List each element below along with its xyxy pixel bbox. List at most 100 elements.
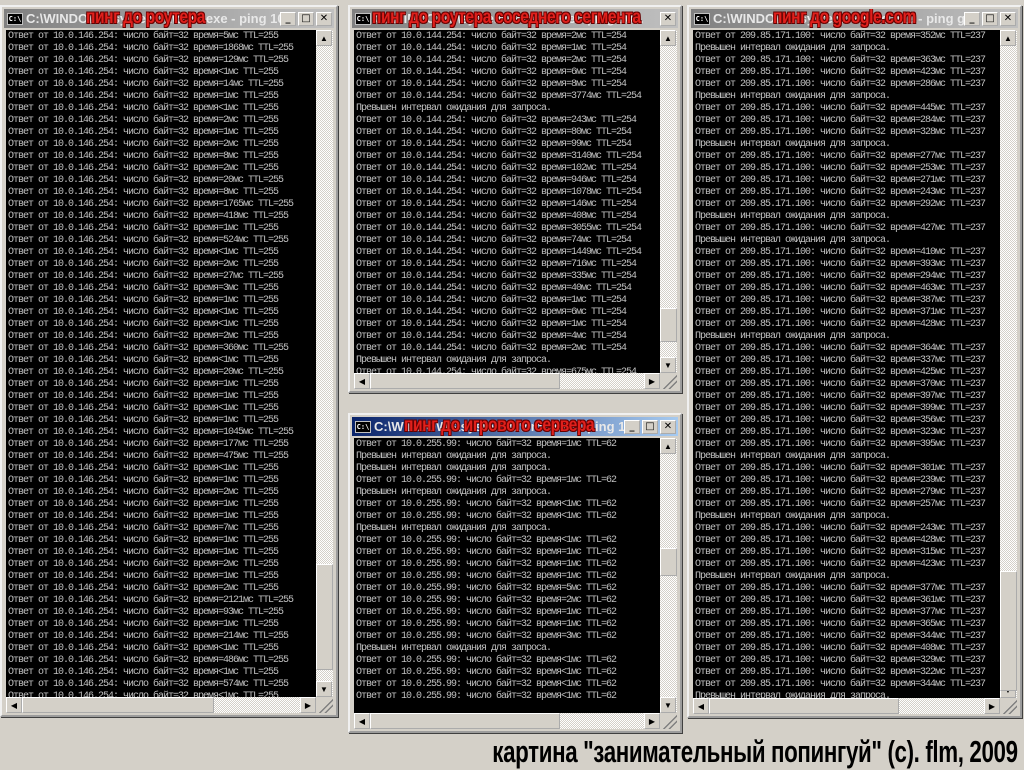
title-bar[interactable]: C:\C:\WINDOWS\system32\cmd.exe - ping 10… — [352, 417, 678, 436]
reply-line: Ответ от 10.0.146.254: число байт=32 вре… — [8, 319, 279, 330]
scroll-left-button[interactable]: ◀ — [354, 713, 370, 729]
reply-line: Ответ от 209.85.171.100: число байт=32 в… — [695, 247, 986, 258]
scroll-up-button[interactable]: ▲ — [660, 30, 676, 46]
reply-line: Ответ от 10.0.255.99: число байт=32 врем… — [356, 439, 617, 450]
cmd-window-neighbor-router[interactable]: C:\ C:\WINDOWS\system32\cmd.exe - ping 10… — [348, 5, 682, 393]
maximize-button[interactable]: □ — [298, 11, 314, 26]
scroll-up-button[interactable]: ▲ — [1000, 30, 1016, 46]
scroll-left-button[interactable]: ◀ — [354, 373, 370, 389]
title-bar[interactable]: C:\ C:\WINDOWS\system32\cmd.exe - ping go… — [691, 9, 1018, 28]
reply-line: Ответ от 209.85.171.100: число байт=32 в… — [695, 223, 986, 234]
reply-line: Ответ от 10.0.146.254: число байт=32 вре… — [8, 655, 289, 666]
reply-line: Ответ от 10.0.255.99: число байт=32 врем… — [356, 535, 617, 546]
scroll-down-button[interactable]: ▼ — [660, 357, 676, 373]
vertical-scrollbar[interactable]: ▲▼ — [660, 438, 677, 713]
horizontal-scrollbar[interactable]: ◀ ▶ — [354, 713, 660, 729]
reply-line: Ответ от 209.85.171.100: число байт=32 в… — [695, 559, 986, 570]
console-output: Ответ от 209.85.171.100: число байт=32 в… — [693, 30, 1000, 698]
reply-line: Ответ от 209.85.171.100: число байт=32 в… — [695, 523, 986, 534]
reply-line: Ответ от 10.0.255.99: число байт=32 врем… — [356, 691, 617, 702]
resize-grip[interactable] — [661, 373, 677, 389]
reply-line: Ответ от 10.0.255.99: число байт=32 врем… — [356, 499, 617, 510]
scroll-down-button[interactable]: ▼ — [316, 681, 332, 697]
minimize-button[interactable]: _ — [624, 419, 640, 434]
title-overlay-label: пинг до роутера соседнего сегмента — [372, 9, 641, 28]
resize-grip[interactable] — [317, 697, 333, 713]
resize-grip[interactable] — [661, 713, 677, 729]
timeout-line: Превышен интервал ожидания для запроса. — [356, 643, 552, 654]
reply-line: Ответ от 209.85.171.100: число байт=32 в… — [695, 391, 986, 402]
vertical-scrollbar[interactable]: ▲▼ — [1000, 30, 1017, 698]
scroll-left-button[interactable]: ◀ — [693, 698, 709, 714]
reply-line: Ответ от 10.0.146.254: число байт=32 вре… — [8, 283, 279, 294]
reply-line: Ответ от 209.85.171.100: число байт=32 в… — [695, 499, 986, 510]
title-bar[interactable]: C:\C:\WINDOWS\system32\cmd.exe - ping 10… — [352, 9, 678, 28]
scroll-thumb[interactable] — [660, 548, 677, 576]
reply-line: Ответ от 10.0.146.254: число байт=32 вре… — [8, 55, 289, 66]
timeout-line: Превышен интервал ожидания для запроса. — [695, 571, 891, 582]
reply-line: Ответ от 209.85.171.100: число байт=32 в… — [695, 103, 986, 114]
scroll-up-button[interactable]: ▲ — [660, 438, 676, 454]
reply-line: Ответ от 10.0.144.254: число байт=32 вре… — [356, 67, 627, 78]
cmd-window-router[interactable]: C:\ C:\WINDOWS\system32\cmd.exe - ping 10… — [0, 5, 338, 717]
reply-line: Ответ от 10.0.255.99: число байт=32 врем… — [356, 571, 617, 582]
scroll-left-button[interactable]: ◀ — [6, 697, 22, 713]
maximize-button[interactable]: □ — [642, 419, 658, 434]
resize-grip[interactable] — [1001, 698, 1017, 714]
title-bar[interactable]: C:\C:\WINDOWS\system32\cmd.exe - ping 10… — [4, 9, 334, 28]
close-button[interactable]: ✕ — [660, 419, 676, 434]
reply-line: Ответ от 10.0.146.254: число байт=32 вре… — [8, 199, 294, 210]
horizontal-scrollbar[interactable]: ◀ ▶ — [354, 373, 660, 389]
reply-line: Ответ от 10.0.146.254: число байт=32 вре… — [8, 259, 279, 270]
reply-line: Ответ от 10.0.146.254: число байт=32 вре… — [8, 631, 289, 642]
reply-line: Ответ от 10.0.146.254: число байт=32 вре… — [8, 295, 279, 306]
scroll-right-button[interactable]: ▶ — [300, 697, 316, 713]
close-button[interactable]: ✕ — [660, 11, 676, 26]
reply-line: Ответ от 209.85.171.100: число байт=32 в… — [695, 271, 986, 282]
reply-line: Ответ от 10.0.144.254: число байт=32 вре… — [356, 223, 642, 234]
horizontal-scrollbar[interactable]: ◀ ▶ — [693, 698, 1000, 714]
cmd-window-google[interactable]: C:\ C:\WINDOWS\system32\cmd.exe - ping go… — [687, 5, 1022, 718]
scroll-thumb[interactable] — [660, 307, 677, 343]
cmd-icon: C:\ — [7, 12, 23, 25]
scroll-thumb[interactable] — [1000, 571, 1017, 692]
reply-line: Ответ от 10.0.146.254: число байт=32 вре… — [8, 91, 279, 102]
horizontal-scroll-thumb[interactable] — [370, 713, 560, 729]
reply-line: Ответ от 10.0.146.254: число байт=32 вре… — [8, 103, 279, 114]
reply-line: Ответ от 10.0.146.254: число байт=32 вре… — [8, 115, 279, 126]
maximize-button[interactable]: □ — [982, 11, 998, 26]
reply-line: Ответ от 209.85.171.100: число байт=32 в… — [695, 115, 986, 126]
reply-line: Ответ от 10.0.146.254: число байт=32 вре… — [8, 523, 279, 534]
console-output: Ответ от 10.0.255.99: число байт=32 врем… — [354, 438, 660, 713]
horizontal-scroll-thumb[interactable] — [709, 698, 900, 714]
minimize-button[interactable]: _ — [280, 11, 296, 26]
reply-line: Ответ от 209.85.171.100: число байт=32 в… — [695, 379, 986, 390]
vertical-scrollbar[interactable]: ▲▼ — [660, 30, 677, 373]
reply-line: Ответ от 10.0.255.99: число байт=32 врем… — [356, 667, 617, 678]
scroll-up-button[interactable]: ▲ — [316, 30, 332, 46]
reply-line: Ответ от 209.85.171.100: число байт=32 в… — [695, 67, 986, 78]
console-output: Ответ от 10.0.146.254: число байт=32 вре… — [6, 30, 316, 697]
reply-line: Ответ от 10.0.146.254: число байт=32 вре… — [8, 607, 284, 618]
timeout-line: Превышен интервал ожидания для запроса. — [695, 331, 891, 342]
scroll-right-button[interactable]: ▶ — [984, 698, 1000, 714]
close-button[interactable]: ✕ — [1000, 11, 1016, 26]
close-button[interactable]: ✕ — [316, 11, 332, 26]
reply-line: Ответ от 10.0.146.254: число байт=32 вре… — [8, 571, 279, 582]
timeout-line: Превышен интервал ожидания для запроса. — [695, 451, 891, 462]
cmd-window-game-server[interactable]: C:\C:\WINDOWS\system32\cmd.exe - ping 10… — [348, 413, 682, 733]
vertical-scrollbar[interactable]: ▲▼ — [316, 30, 333, 697]
reply-line: Ответ от 209.85.171.100: число байт=32 в… — [695, 655, 986, 666]
horizontal-scrollbar[interactable]: ◀ ▶ — [6, 697, 316, 713]
scroll-thumb[interactable] — [316, 563, 333, 671]
scroll-down-button[interactable]: ▼ — [660, 697, 676, 713]
reply-line: Ответ от 10.0.144.254: число байт=32 вре… — [356, 91, 642, 102]
horizontal-scroll-thumb[interactable] — [22, 697, 215, 713]
minimize-button[interactable]: _ — [964, 11, 980, 26]
scroll-right-button[interactable]: ▶ — [644, 713, 660, 729]
timeout-line: Превышен интервал ожидания для запроса. — [695, 235, 891, 246]
scroll-right-button[interactable]: ▶ — [644, 373, 660, 389]
reply-line: Ответ от 10.0.144.254: число байт=32 вре… — [356, 271, 637, 282]
horizontal-scroll-thumb[interactable] — [370, 373, 560, 389]
reply-line: Ответ от 10.0.146.254: число байт=32 вре… — [8, 163, 279, 174]
